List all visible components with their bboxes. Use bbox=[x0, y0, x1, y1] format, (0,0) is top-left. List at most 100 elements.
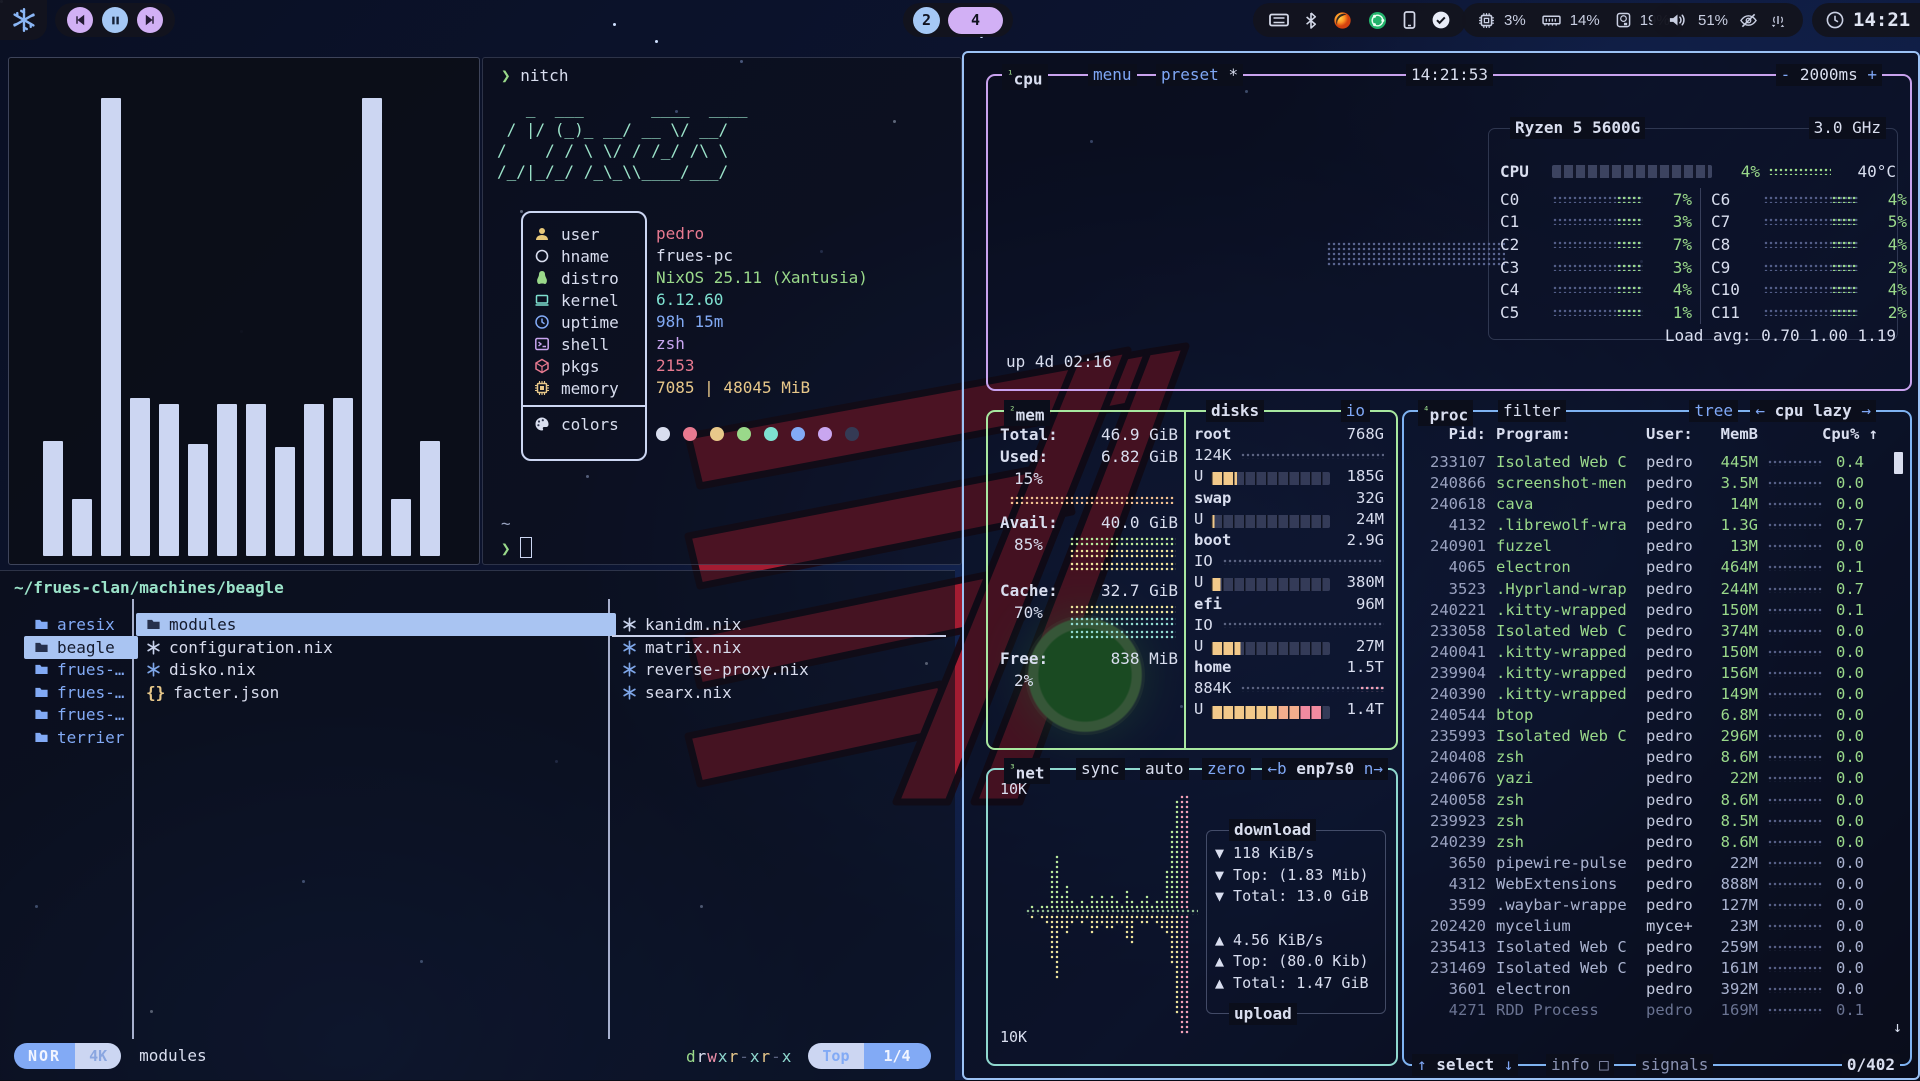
process-row-4132[interactable]: 4132.librewolf-wrapedro1.3G0.7 bbox=[1414, 515, 1886, 536]
process-row-240901[interactable]: 240901fuzzelpedro13M0.0 bbox=[1414, 536, 1886, 557]
shell-icon bbox=[534, 336, 550, 352]
process-row-240390[interactable]: 240390.kitty-wrappedpedro149M0.0 bbox=[1414, 684, 1886, 705]
file-row-kanidm.nix[interactable]: kanidm.nix bbox=[612, 613, 741, 636]
process-row-4065[interactable]: 4065electronpedro464M0.1 bbox=[1414, 557, 1886, 578]
process-row-3599[interactable]: 3599.waybar-wrappepedro127M0.0 bbox=[1414, 895, 1886, 916]
core-meter bbox=[1553, 286, 1643, 293]
file-row-frues[interactable]: frues-… bbox=[24, 703, 124, 726]
process-row-240544[interactable]: 240544btoppedro6.8M0.0 bbox=[1414, 705, 1886, 726]
perm-char: r bbox=[729, 1047, 740, 1066]
mem-pct-graph: 85% bbox=[1000, 534, 1178, 580]
cava-bar-11 bbox=[362, 98, 382, 556]
update-interval[interactable]: - 2000ms + bbox=[1776, 64, 1882, 86]
media-pause-button[interactable] bbox=[102, 7, 128, 33]
file-row-terrier[interactable]: terrier bbox=[24, 726, 124, 749]
workspace-4[interactable]: 4 bbox=[948, 7, 1003, 34]
cpu-total-meter bbox=[1552, 165, 1712, 178]
preset-button[interactable]: preset * bbox=[1156, 64, 1243, 86]
eye-off-icon[interactable] bbox=[1739, 12, 1758, 29]
process-row-240408[interactable]: 240408zshpedro8.6M0.0 bbox=[1414, 747, 1886, 768]
info-control[interactable]: info □ bbox=[1546, 1054, 1614, 1076]
colors-row: colors bbox=[523, 413, 645, 435]
process-row-240041[interactable]: 240041.kitty-wrappedpedro150M0.0 bbox=[1414, 642, 1886, 663]
bluetooth-icon[interactable] bbox=[1305, 12, 1317, 29]
menu-button[interactable]: menu bbox=[1088, 64, 1137, 86]
net-auto-button[interactable]: auto bbox=[1140, 758, 1189, 780]
nitch-label: kernel bbox=[561, 291, 619, 310]
process-row-3650[interactable]: 3650pipewire-pulsepedro22M0.0 bbox=[1414, 853, 1886, 874]
process-row-233107[interactable]: 233107Isolated Web Cpedro445M0.4 bbox=[1414, 452, 1886, 473]
launcher-button[interactable] bbox=[0, 0, 47, 40]
process-row-239904[interactable]: 239904.kitty-wrappedpedro156M0.0 bbox=[1414, 663, 1886, 684]
upload-label: upload bbox=[1229, 1003, 1297, 1025]
process-row-240866[interactable]: 240866screenshot-menpedro3.5M0.0 bbox=[1414, 473, 1886, 494]
disk-row: U27M bbox=[1194, 636, 1384, 657]
proc-scrollbar[interactable] bbox=[1894, 452, 1903, 474]
disk-row: 124K bbox=[1194, 445, 1384, 466]
filter-button[interactable]: filter bbox=[1498, 400, 1566, 422]
browser-icon[interactable] bbox=[1333, 11, 1352, 30]
process-row-240221[interactable]: 240221.kitty-wrappedpedro150M0.1 bbox=[1414, 600, 1886, 621]
process-row-233058[interactable]: 233058Isolated Web Cpedro374M0.0 bbox=[1414, 621, 1886, 642]
net-zero-button[interactable]: zero bbox=[1202, 758, 1251, 780]
process-row-240239[interactable]: 240239zshpedro8.6M0.0 bbox=[1414, 832, 1886, 853]
file-row-frues[interactable]: frues-… bbox=[24, 681, 124, 704]
file-row-matrix.nix[interactable]: matrix.nix bbox=[612, 636, 741, 659]
process-row-235413[interactable]: 235413Isolated Web Cpedro259M0.0 bbox=[1414, 937, 1886, 958]
disks-label[interactable]: disks bbox=[1206, 400, 1264, 422]
media-prev-button[interactable] bbox=[67, 7, 93, 33]
syncthing-icon[interactable] bbox=[1368, 11, 1387, 30]
upload-total: ▲ Total: 1.47 GiB bbox=[1215, 973, 1385, 995]
volume-icon[interactable] bbox=[1668, 12, 1687, 28]
mem-box-title[interactable]: ²mem bbox=[1004, 400, 1050, 426]
scroll-down-indicator[interactable]: ↓ bbox=[1893, 1018, 1902, 1036]
process-row-3601[interactable]: 3601electronpedro392M0.0 bbox=[1414, 979, 1886, 1000]
process-row-4312[interactable]: 4312WebExtensionspedro888M0.0 bbox=[1414, 874, 1886, 895]
file-row-configuration.nix[interactable]: configuration.nix bbox=[136, 636, 333, 659]
tree-button[interactable]: tree bbox=[1689, 400, 1738, 422]
workspace-2[interactable]: 2 bbox=[913, 7, 940, 34]
core-meter bbox=[1764, 218, 1858, 225]
prompt-line[interactable]: ❯ bbox=[501, 537, 532, 558]
cpu-box-title[interactable]: ¹cpu bbox=[1002, 64, 1048, 90]
select-control[interactable]: ↑ select ↓ bbox=[1412, 1054, 1518, 1076]
file-row-frues[interactable]: frues-… bbox=[24, 658, 124, 681]
file-row-facter.json[interactable]: {}facter.json bbox=[136, 681, 279, 704]
process-row-240676[interactable]: 240676yazipedro22M0.0 bbox=[1414, 768, 1886, 789]
media-next-button[interactable] bbox=[137, 7, 163, 33]
process-row-240618[interactable]: 240618cavapedro14M0.0 bbox=[1414, 494, 1886, 515]
network-signal-icon[interactable] bbox=[1769, 12, 1787, 28]
nixos-logo-icon bbox=[11, 7, 37, 33]
sort-selector[interactable]: ← cpu lazy → bbox=[1750, 400, 1876, 422]
process-row-202420[interactable]: 202420myceliummyce+23M0.0 bbox=[1414, 916, 1886, 937]
perm-char: r bbox=[697, 1047, 708, 1066]
process-row-239923[interactable]: 239923zshpedro8.5M0.0 bbox=[1414, 811, 1886, 832]
file-row-reverseproxy.nix[interactable]: reverse-proxy.nix bbox=[612, 658, 809, 681]
net-sync-button[interactable]: sync bbox=[1076, 758, 1125, 780]
proc-box: ⁴proc filter tree ← cpu lazy → Pid: Prog… bbox=[1402, 410, 1912, 1066]
ethernet-icon[interactable] bbox=[1269, 12, 1289, 28]
nitch-value-distro: NixOS 25.11 (Xantusia) bbox=[656, 267, 872, 289]
check-icon[interactable] bbox=[1432, 11, 1450, 29]
process-row-3523[interactable]: 3523.Hyprland-wrappedro244M0.7 bbox=[1414, 579, 1886, 600]
io-mode-button[interactable]: io bbox=[1341, 400, 1370, 422]
file-row-beagle[interactable]: beagle bbox=[24, 636, 138, 659]
file-row-aresix[interactable]: aresix bbox=[24, 613, 115, 636]
process-row-4271[interactable]: 4271RDD Processpedro169M0.1 bbox=[1414, 1000, 1886, 1021]
nitch-value-uptime: 98h 15m bbox=[656, 311, 872, 333]
process-row-240058[interactable]: 240058zshpedro8.6M0.0 bbox=[1414, 790, 1886, 811]
process-row-235993[interactable]: 235993Isolated Web Cpedro296M0.0 bbox=[1414, 726, 1886, 747]
nitch-value-memory: 7085 | 48045 MiB bbox=[656, 377, 872, 399]
net-interface[interactable]: ←b enp7s0 n→ bbox=[1262, 758, 1388, 780]
process-row-231469[interactable]: 231469Isolated Web Cpedro161M0.0 bbox=[1414, 958, 1886, 979]
upload-rate: ▲ 4.56 KiB/s bbox=[1215, 930, 1385, 952]
file-row-modules[interactable]: modules bbox=[136, 613, 616, 636]
file-row-searx.nix[interactable]: searx.nix bbox=[612, 681, 732, 704]
file-row-disko.nix[interactable]: disko.nix bbox=[136, 658, 256, 681]
phone-icon[interactable] bbox=[1403, 11, 1416, 29]
signals-control[interactable]: signals bbox=[1636, 1054, 1713, 1076]
media-controls bbox=[55, 3, 175, 37]
nitch-row-distro: distro bbox=[523, 267, 645, 289]
cava-bar-12 bbox=[391, 499, 411, 556]
proc-box-title[interactable]: ⁴proc bbox=[1418, 400, 1473, 426]
